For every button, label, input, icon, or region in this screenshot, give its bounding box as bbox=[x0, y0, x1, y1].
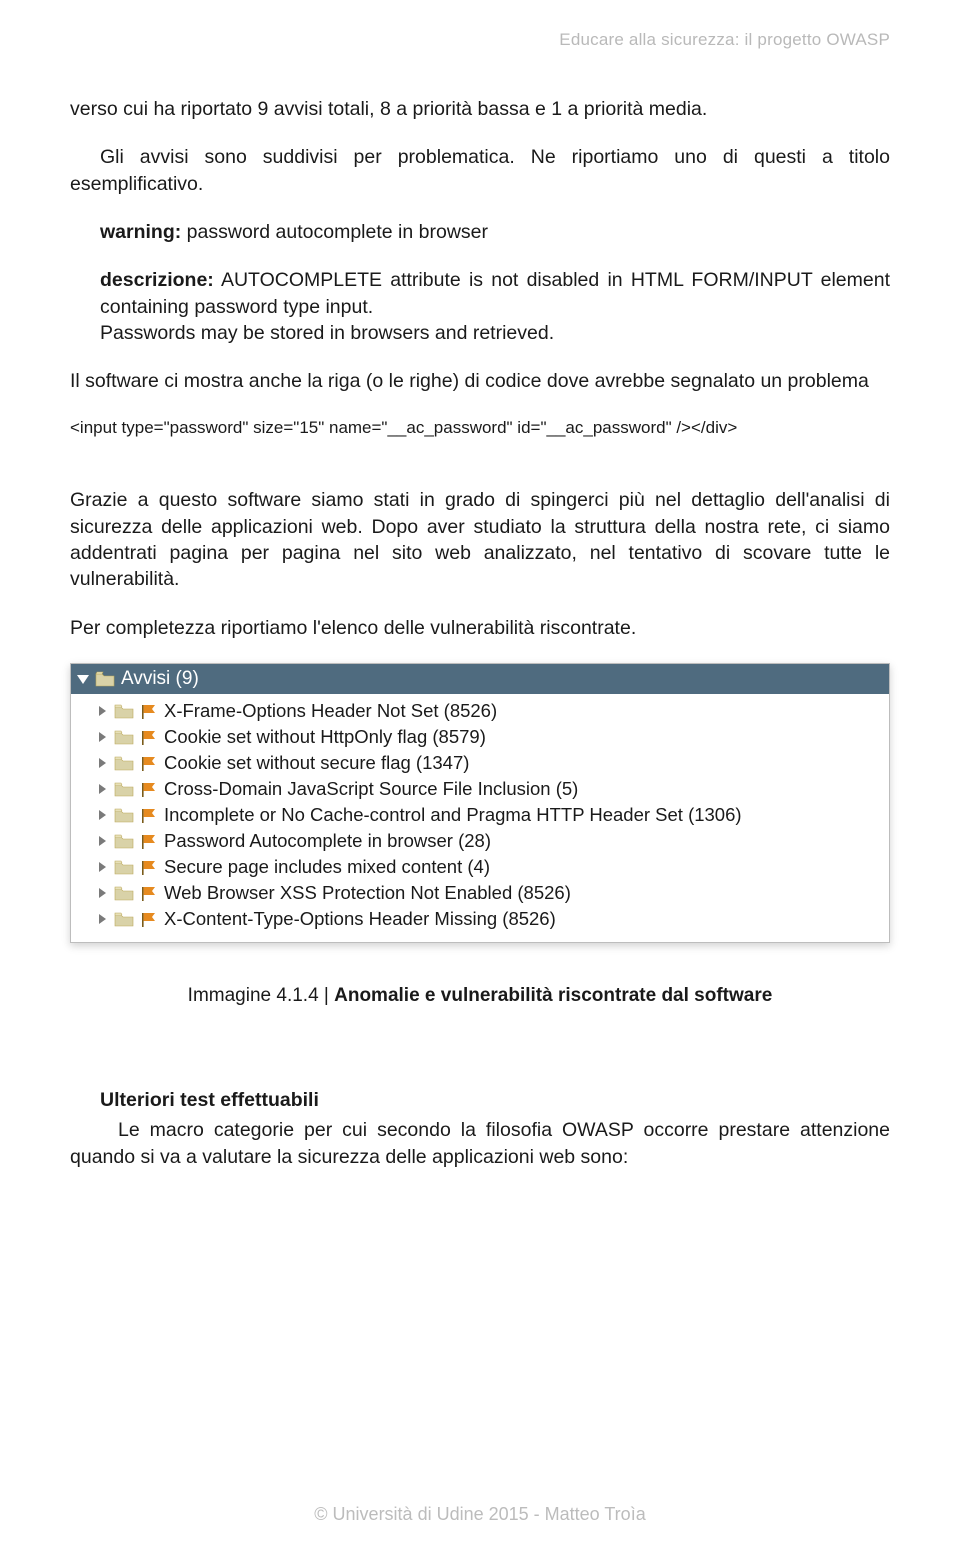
caption-bold: Anomalie e vulnerabilità riscontrate dal… bbox=[334, 985, 772, 1006]
alerts-tree-screenshot: Avvisi (9) X-Frame-Options Header Not Se… bbox=[70, 663, 890, 943]
folder-icon bbox=[114, 781, 134, 797]
alert-item[interactable]: Cross-Domain JavaScript Source File Incl… bbox=[71, 776, 889, 802]
paragraph: Grazie a questo software siamo stati in … bbox=[70, 487, 890, 592]
alert-item[interactable]: Web Browser XSS Protection Not Enabled (… bbox=[71, 880, 889, 906]
paragraph: Gli avvisi sono suddivisi per problemati… bbox=[70, 144, 890, 197]
description-label: descrizione: bbox=[100, 269, 214, 291]
description-line: descrizione: AUTOCOMPLETE attribute is n… bbox=[100, 267, 890, 320]
running-header: Educare alla sicurezza: il progetto OWAS… bbox=[70, 30, 890, 50]
folder-icon bbox=[114, 911, 134, 927]
alert-item[interactable]: Cookie set without HttpOnly flag (8579) bbox=[71, 724, 889, 750]
alert-item-label: Cross-Domain JavaScript Source File Incl… bbox=[164, 778, 578, 800]
alert-item-label: Cookie set without secure flag (1347) bbox=[164, 752, 469, 774]
page-footer: © Università di Udine 2015 - Matteo Troì… bbox=[0, 1504, 960, 1525]
flag-icon bbox=[140, 911, 158, 927]
alert-item-label: Web Browser XSS Protection Not Enabled (… bbox=[164, 882, 571, 904]
alert-item-label: X-Frame-Options Header Not Set (8526) bbox=[164, 700, 497, 722]
folder-icon bbox=[114, 859, 134, 875]
flag-icon bbox=[140, 703, 158, 719]
flag-icon bbox=[140, 755, 158, 771]
caret-right-icon bbox=[99, 888, 106, 898]
caret-right-icon bbox=[99, 732, 106, 742]
alert-item-label: X-Content-Type-Options Header Missing (8… bbox=[164, 908, 556, 930]
folder-icon bbox=[114, 729, 134, 745]
description-text: AUTOCOMPLETE attribute is not disabled i… bbox=[100, 269, 890, 317]
alert-item-label: Cookie set without HttpOnly flag (8579) bbox=[164, 726, 486, 748]
folder-icon bbox=[114, 703, 134, 719]
paragraph: verso cui ha riportato 9 avvisi totali, … bbox=[70, 96, 890, 122]
folder-icon bbox=[114, 885, 134, 901]
caret-right-icon bbox=[99, 758, 106, 768]
caret-right-icon bbox=[99, 862, 106, 872]
flag-icon bbox=[140, 729, 158, 745]
figure-caption: Immagine 4.1.4 | Anomalie e vulnerabilit… bbox=[70, 985, 890, 1007]
folder-open-icon bbox=[95, 671, 115, 687]
warning-text: password autocomplete in browser bbox=[181, 221, 488, 243]
alert-item-label: Secure page includes mixed content (4) bbox=[164, 856, 490, 878]
section-heading: Ulteriori test effettuabili bbox=[100, 1087, 890, 1113]
alert-item-label: Password Autocomplete in browser (28) bbox=[164, 830, 491, 852]
caret-right-icon bbox=[99, 706, 106, 716]
warning-label: warning: bbox=[100, 221, 181, 243]
alerts-tree-body: X-Frame-Options Header Not Set (8526) Co… bbox=[71, 694, 889, 942]
folder-icon bbox=[114, 807, 134, 823]
flag-icon bbox=[140, 807, 158, 823]
flag-icon bbox=[140, 833, 158, 849]
caption-prefix: Immagine 4.1.4 | bbox=[188, 985, 334, 1006]
warning-line: warning: password autocomplete in browse… bbox=[70, 219, 890, 245]
alert-item[interactable]: Cookie set without secure flag (1347) bbox=[71, 750, 889, 776]
alert-item[interactable]: X-Content-Type-Options Header Missing (8… bbox=[71, 906, 889, 932]
alert-item[interactable]: Secure page includes mixed content (4) bbox=[71, 854, 889, 880]
alerts-tree-header[interactable]: Avvisi (9) bbox=[71, 664, 889, 694]
alert-item[interactable]: Incomplete or No Cache-control and Pragm… bbox=[71, 802, 889, 828]
paragraph: Il software ci mostra anche la riga (o l… bbox=[70, 368, 890, 394]
caret-right-icon bbox=[99, 836, 106, 846]
alert-item-label: Incomplete or No Cache-control and Pragm… bbox=[164, 804, 742, 826]
flag-icon bbox=[140, 885, 158, 901]
caret-right-icon bbox=[99, 784, 106, 794]
paragraph: Per completezza riportiamo l'elenco dell… bbox=[70, 615, 890, 641]
alert-item[interactable]: X-Frame-Options Header Not Set (8526) bbox=[71, 698, 889, 724]
caret-right-icon bbox=[99, 810, 106, 820]
flag-icon bbox=[140, 781, 158, 797]
caret-right-icon bbox=[99, 914, 106, 924]
description-line-2: Passwords may be stored in browsers and … bbox=[100, 320, 890, 346]
alert-item[interactable]: Password Autocomplete in browser (28) bbox=[71, 828, 889, 854]
alerts-tree-title: Avvisi (9) bbox=[121, 668, 199, 690]
code-snippet: <input type="password" size="15" name="_… bbox=[70, 417, 890, 440]
paragraph: Le macro categorie per cui secondo la fi… bbox=[70, 1117, 890, 1170]
folder-icon bbox=[114, 755, 134, 771]
flag-icon bbox=[140, 859, 158, 875]
folder-icon bbox=[114, 833, 134, 849]
caret-down-icon bbox=[77, 675, 89, 684]
